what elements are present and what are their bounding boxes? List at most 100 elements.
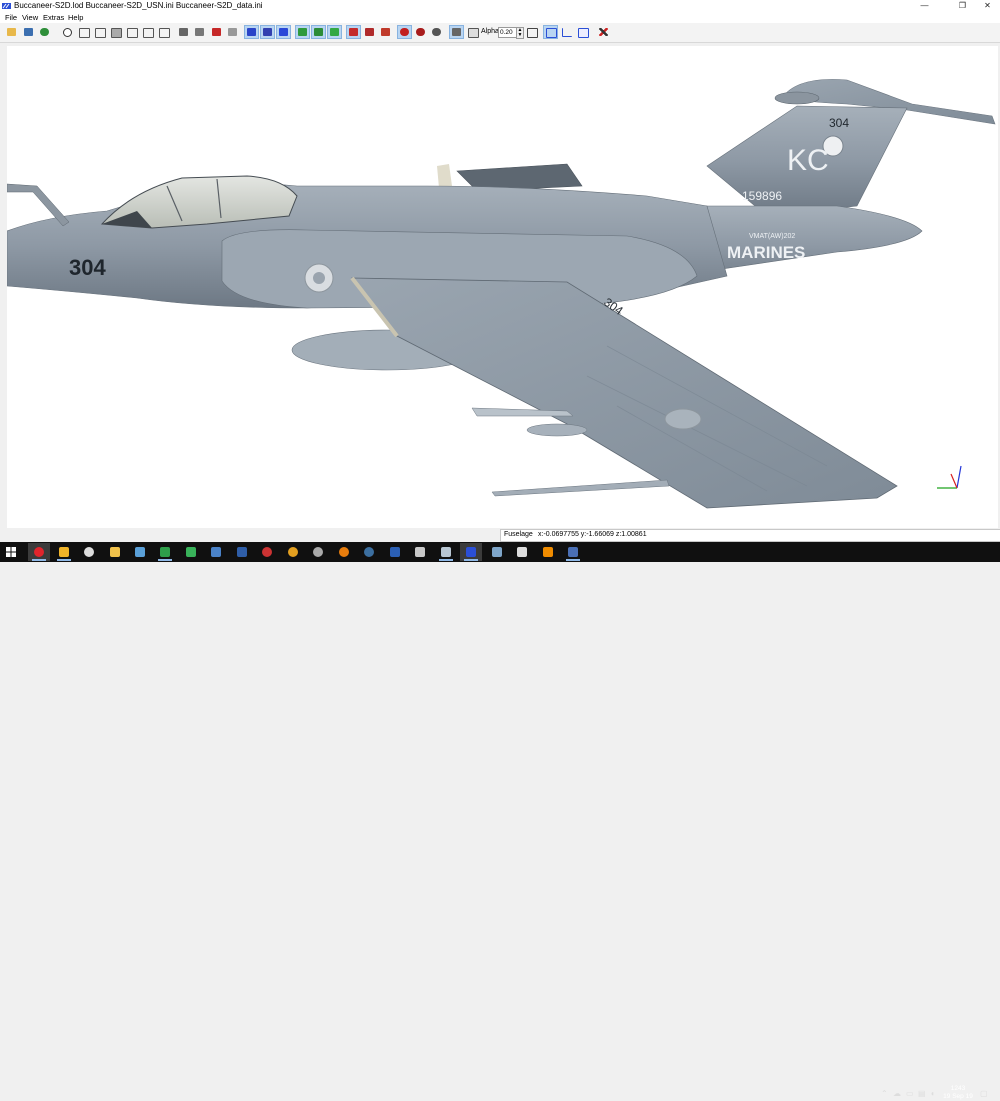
taskbar-app-6[interactable] bbox=[154, 543, 176, 561]
taskbar-app-22[interactable] bbox=[562, 543, 584, 561]
network-icon[interactable]: ▤ bbox=[918, 1089, 926, 1098]
toolbar: Alpha: 0.20 ▲ ▼ bbox=[0, 23, 1000, 43]
taskbar-app-2[interactable] bbox=[53, 543, 75, 561]
open-file-button[interactable] bbox=[5, 26, 18, 38]
3d-viewport[interactable]: 304 KC 304 159896 VMAT(AW)202 MARINES 30… bbox=[7, 46, 998, 528]
taskbar-app-10[interactable] bbox=[256, 543, 278, 561]
layer-green-icon bbox=[314, 28, 323, 36]
bounding-box-button[interactable] bbox=[525, 26, 538, 38]
texture-button[interactable] bbox=[38, 26, 51, 38]
taskbar-word[interactable] bbox=[384, 543, 406, 561]
spin-down-icon[interactable]: ▼ bbox=[517, 33, 523, 38]
taskbar-app-13[interactable] bbox=[333, 543, 355, 561]
bomb-3-button[interactable] bbox=[430, 26, 443, 38]
taskbar-app-5[interactable] bbox=[129, 543, 151, 561]
notification-icon[interactable]: ▢ bbox=[980, 1089, 988, 1098]
bomb-2-button[interactable] bbox=[414, 26, 427, 38]
menu-view[interactable]: View bbox=[22, 13, 38, 22]
view-right-button[interactable] bbox=[125, 26, 138, 38]
layer-blue-1-button[interactable] bbox=[244, 25, 259, 39]
layer-blue-2-button[interactable] bbox=[260, 25, 275, 39]
taskbar: ⌃ ☁ ▭ ▤ ◖ 1243 19 Sep 19 ▢ bbox=[0, 542, 1000, 1100]
alpha-input[interactable]: 0.20 bbox=[498, 27, 518, 38]
start-button[interactable] bbox=[0, 543, 22, 561]
cube-perspective-icon bbox=[578, 28, 589, 38]
cube-wire-icon bbox=[95, 28, 106, 38]
tray-chevron-icon[interactable]: ⌃ bbox=[881, 1089, 888, 1098]
save-button[interactable] bbox=[22, 26, 35, 38]
alpha-spinner[interactable]: ▲ ▼ bbox=[516, 27, 524, 39]
shade-flat-button[interactable] bbox=[177, 26, 190, 38]
taskbar-app-16[interactable] bbox=[409, 543, 431, 561]
close-button[interactable]: ✕ bbox=[975, 0, 1000, 12]
shade-color-button[interactable] bbox=[210, 26, 223, 38]
taskbar-app-17[interactable] bbox=[435, 543, 457, 561]
lod-red-2-button[interactable] bbox=[363, 26, 376, 38]
lod-red-1-button[interactable] bbox=[346, 25, 361, 39]
shape-gray-icon bbox=[228, 28, 237, 36]
layer-blue-3-button[interactable] bbox=[276, 25, 291, 39]
transparency-button[interactable] bbox=[449, 25, 464, 39]
axes-icon bbox=[562, 28, 572, 37]
restore-button[interactable]: ❐ bbox=[950, 0, 975, 12]
layer-red-icon bbox=[349, 28, 358, 36]
bomb-icon bbox=[432, 28, 441, 36]
taskbar-vlc[interactable] bbox=[537, 543, 559, 561]
taskbar-lod-viewer[interactable] bbox=[460, 543, 482, 561]
battery-icon[interactable]: ▭ bbox=[906, 1089, 914, 1098]
green-app-icon bbox=[186, 547, 196, 557]
shade-texture-button[interactable] bbox=[226, 26, 239, 38]
perspective-button[interactable] bbox=[576, 26, 589, 38]
view-top-button[interactable] bbox=[141, 26, 154, 38]
status-coordinates: x:-0.0697755 y:-1.66069 z:1.00861 bbox=[538, 531, 647, 538]
layer-blue-icon bbox=[279, 28, 288, 36]
roundel-icon bbox=[262, 547, 272, 557]
taskbar-explorer[interactable] bbox=[104, 543, 126, 561]
taskbar-app-9[interactable] bbox=[231, 543, 253, 561]
taskbar-app-8[interactable] bbox=[205, 543, 227, 561]
taskbar-app-20[interactable] bbox=[511, 543, 533, 561]
green-app-icon bbox=[160, 547, 170, 557]
serial-number: 159896 bbox=[742, 189, 782, 203]
bomb-1-button[interactable] bbox=[397, 25, 412, 39]
cloud-icon[interactable]: ☁ bbox=[893, 1089, 901, 1098]
aircraft-model-render[interactable]: 304 KC 304 159896 VMAT(AW)202 MARINES 30… bbox=[7, 46, 998, 528]
axis-gizmo bbox=[937, 465, 962, 489]
cube-wire-icon bbox=[111, 28, 122, 38]
lod-red-3-button[interactable] bbox=[379, 26, 392, 38]
layer-green-1-button[interactable] bbox=[295, 25, 310, 39]
menu-help[interactable]: Help bbox=[68, 13, 83, 22]
taskbar-app-7[interactable] bbox=[180, 543, 202, 561]
view-back-button[interactable] bbox=[93, 26, 106, 38]
app-icon bbox=[2, 3, 11, 9]
shade-smooth-button[interactable] bbox=[193, 26, 206, 38]
tools-button[interactable] bbox=[597, 26, 610, 38]
taskbar-app-19[interactable] bbox=[486, 543, 508, 561]
view-left-button[interactable] bbox=[109, 26, 122, 38]
taskbar-opera[interactable] bbox=[28, 543, 50, 561]
target-icon bbox=[288, 547, 298, 557]
shape-gray-icon bbox=[179, 28, 188, 36]
taskbar-app-11[interactable] bbox=[282, 543, 304, 561]
zoom-fit-button[interactable] bbox=[61, 26, 74, 38]
volume-icon[interactable]: ◖ bbox=[930, 1089, 935, 1098]
wireframe-overlay-button[interactable] bbox=[543, 25, 558, 39]
service-marking: MARINES bbox=[727, 243, 805, 262]
menu-extras[interactable]: Extras bbox=[43, 13, 64, 22]
taskbar-app-3[interactable] bbox=[78, 543, 100, 561]
view-bottom-button[interactable] bbox=[157, 26, 170, 38]
texture-t-icon bbox=[40, 28, 49, 36]
transparency-wire-button[interactable] bbox=[466, 26, 479, 38]
taskbar-app-12[interactable] bbox=[307, 543, 329, 561]
menu-bar: File View Extras Help bbox=[0, 12, 1000, 23]
minimize-button[interactable]: — bbox=[912, 0, 937, 12]
axes-button[interactable] bbox=[560, 26, 573, 38]
menu-file[interactable]: File bbox=[5, 13, 17, 22]
cube-wire-icon bbox=[127, 28, 138, 38]
layer-green-2-button[interactable] bbox=[311, 25, 326, 39]
system-clock[interactable]: 1243 19 Sep 19 bbox=[941, 1085, 975, 1101]
layer-green-3-button[interactable] bbox=[327, 25, 342, 39]
taskbar-steam[interactable] bbox=[358, 543, 380, 561]
view-front-button[interactable] bbox=[77, 26, 90, 38]
blender-icon bbox=[339, 547, 349, 557]
